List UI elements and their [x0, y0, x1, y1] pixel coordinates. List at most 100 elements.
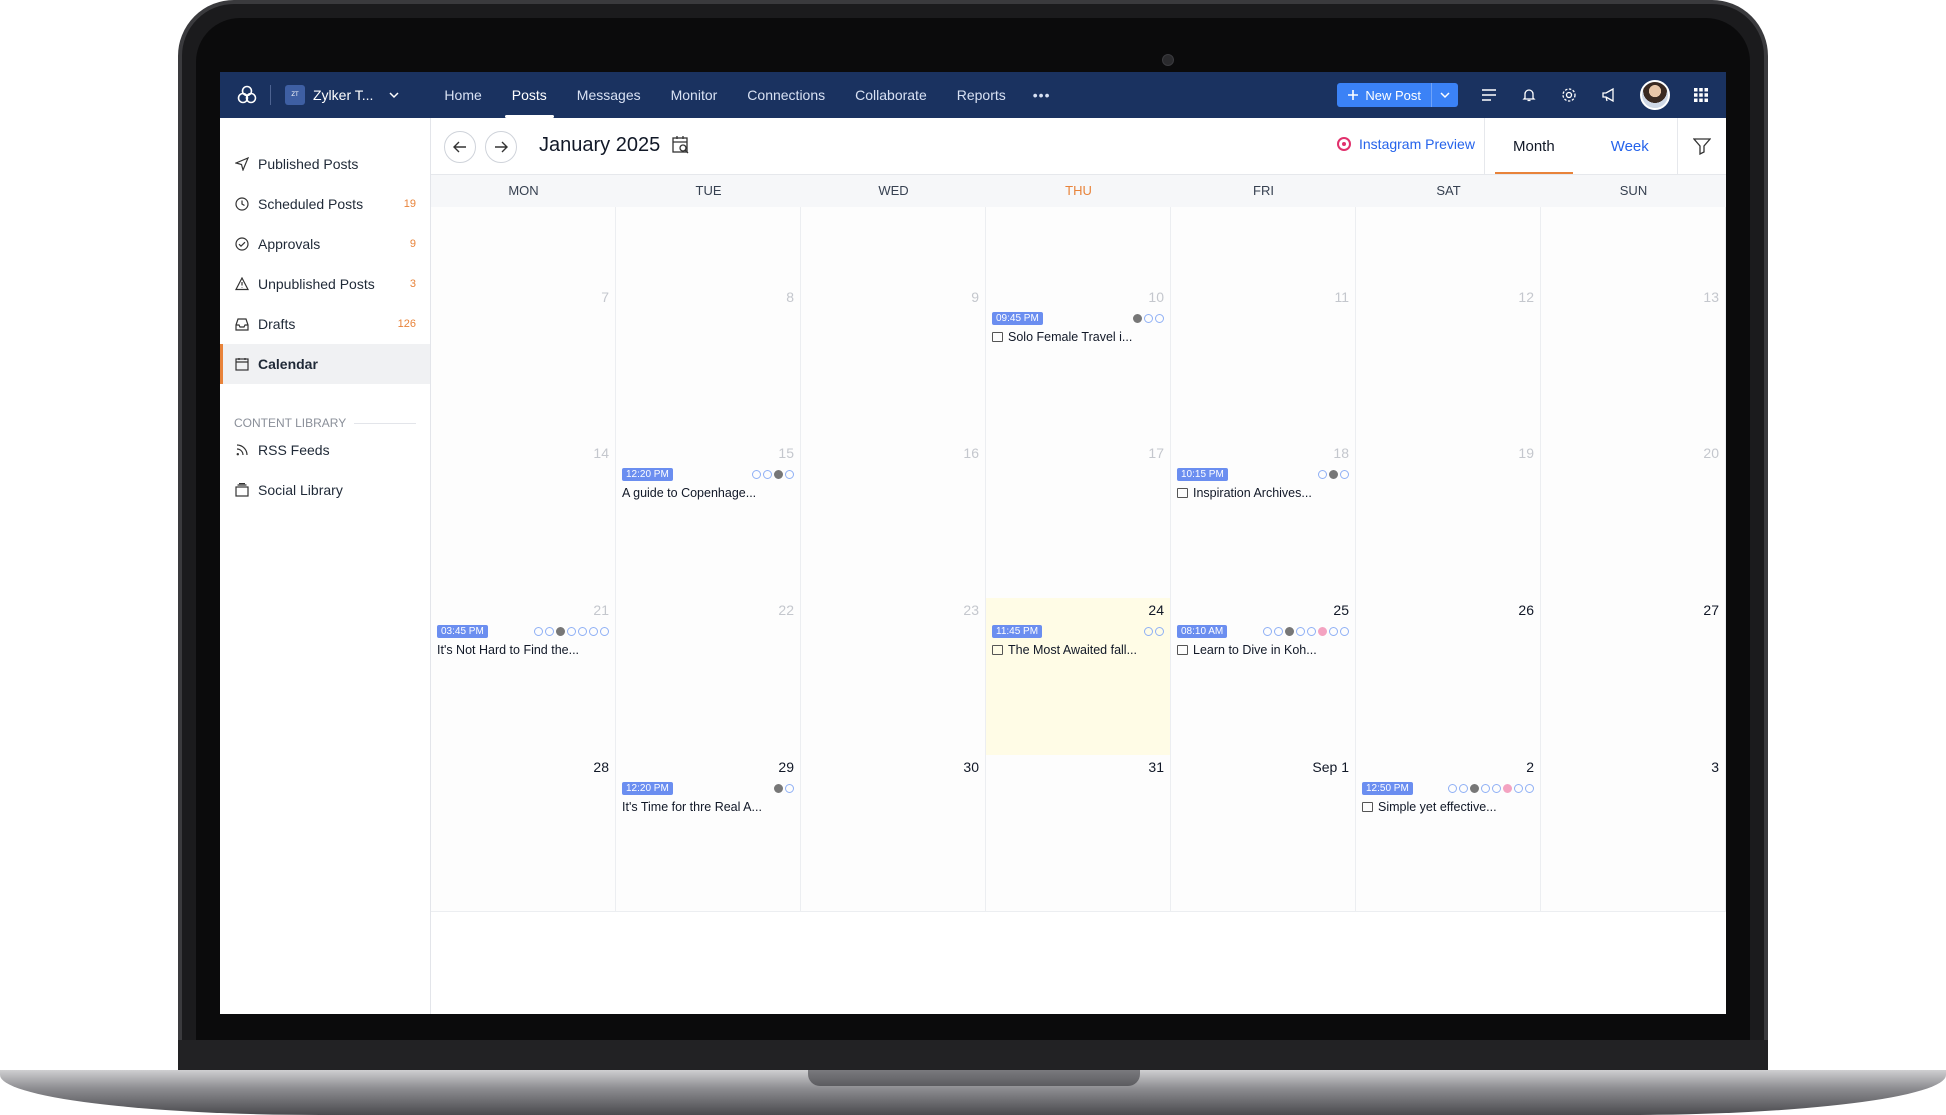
prev-month-button[interactable] [444, 131, 476, 163]
day-cell[interactable]: 21 03:45 PM It's Not Hard to Find the... [431, 598, 616, 755]
nav-monitor[interactable]: Monitor [656, 72, 733, 118]
scheduled-post[interactable]: 03:45 PM It's Not Hard to Find the... [437, 624, 609, 657]
megaphone-icon[interactable] [1600, 86, 1618, 104]
bell-icon[interactable] [1520, 86, 1538, 104]
day-number: 29 [778, 759, 794, 775]
nav-collaborate[interactable]: Collaborate [840, 72, 942, 118]
scheduled-post[interactable]: 08:10 AM Learn to Dive in Koh... [1177, 624, 1349, 657]
day-cell[interactable]: 12 [1356, 285, 1541, 441]
day-cell[interactable]: 27 [1541, 598, 1726, 755]
user-avatar[interactable] [1640, 80, 1670, 110]
scheduled-post[interactable]: 10:15 PM Inspiration Archives... [1177, 467, 1349, 500]
day-cell[interactable]: Sep 1 [1171, 755, 1356, 911]
weekday-thu: THU [1065, 183, 1092, 198]
tab-week[interactable]: Week [1583, 118, 1677, 174]
day-cell[interactable] [986, 207, 1171, 285]
day-cell[interactable]: 13 [1541, 285, 1726, 441]
sidebar-item-scheduled-posts[interactable]: Scheduled Posts 19 [220, 184, 430, 224]
day-number: 11 [1334, 289, 1349, 305]
day-cell[interactable] [801, 207, 986, 285]
nav-reports[interactable]: Reports [942, 72, 1021, 118]
next-month-button[interactable] [485, 131, 517, 163]
day-cell[interactable]: 16 [801, 441, 986, 598]
sidebar-item-label: Drafts [258, 316, 296, 332]
new-post-button[interactable]: New Post [1337, 83, 1458, 107]
filter-button[interactable] [1678, 118, 1726, 174]
sidebar-item-approvals[interactable]: Approvals 9 [220, 224, 430, 264]
nav-posts[interactable]: Posts [497, 72, 562, 118]
day-cell[interactable]: 31 [986, 755, 1171, 911]
scheduled-post[interactable]: 11:45 PM The Most Awaited fall... [992, 624, 1164, 657]
x-icon [774, 783, 783, 793]
app-grid-icon[interactable] [1692, 86, 1710, 104]
day-cell[interactable]: 28 [431, 755, 616, 911]
sidebar-item-published-posts[interactable]: Published Posts [220, 144, 430, 184]
day-cell[interactable] [616, 207, 801, 285]
day-cell[interactable]: 3 [1541, 755, 1726, 911]
nav-home[interactable]: Home [429, 72, 496, 118]
day-cell[interactable]: 9 [801, 285, 986, 441]
instagram-preview-link[interactable]: Instagram Preview [1337, 136, 1475, 152]
calendar-search-icon[interactable] [671, 135, 691, 155]
nav-connections[interactable]: Connections [732, 72, 840, 118]
post-title: It's Not Hard to Find the... [437, 643, 580, 657]
sidebar-item-unpublished-posts[interactable]: Unpublished Posts 3 [220, 264, 430, 304]
day-cell[interactable]: 26 [1356, 598, 1541, 755]
count-badge: 9 [409, 238, 416, 250]
day-cell[interactable]: 30 [801, 755, 986, 911]
scheduled-post[interactable]: 12:20 PM A guide to Copenhage... [622, 467, 794, 500]
day-cell[interactable]: 14 [431, 441, 616, 598]
day-cell[interactable]: 18 10:15 PM Inspiration Archives... [1171, 441, 1356, 598]
day-number: 17 [1148, 445, 1164, 461]
day-cell-today[interactable]: 24 11:45 PM The Most Awaited fall... [986, 598, 1171, 755]
sidebar-item-social-library[interactable]: Social Library [220, 470, 430, 510]
day-cell[interactable] [1541, 207, 1726, 285]
sidebar-item-calendar[interactable]: Calendar [220, 344, 430, 384]
scheduled-post[interactable]: 12:20 PM It's Time for thre Real A... [622, 781, 794, 814]
day-cell[interactable]: 10 09:45 PM Solo Female Travel i... [986, 285, 1171, 441]
x-icon [1133, 313, 1142, 323]
day-cell[interactable]: 20 [1541, 441, 1726, 598]
day-cell[interactable]: 7 [431, 285, 616, 441]
day-cell[interactable]: 25 08:10 AM Learn to Dive in Koh... [1171, 598, 1356, 755]
new-post-main[interactable]: New Post [1337, 83, 1431, 107]
day-cell[interactable]: 15 12:20 PM A guide to Copenhage... [616, 441, 801, 598]
channel-icon [1307, 626, 1316, 636]
calendar-week: 14 15 12:20 PM A guide to Copenhage... 1… [431, 441, 1726, 599]
post-time: 12:50 PM [1362, 781, 1413, 795]
sidebar-item-drafts[interactable]: Drafts 126 [220, 304, 430, 344]
day-cell[interactable] [1171, 207, 1356, 285]
day-cell[interactable]: 23 [801, 598, 986, 755]
day-cell[interactable] [431, 207, 616, 285]
day-cell[interactable]: 2 12:50 PM Simple yet effective... [1356, 755, 1541, 911]
day-number: 31 [1148, 759, 1164, 775]
day-cell[interactable]: 8 [616, 285, 801, 441]
image-icon [992, 332, 1003, 342]
nav-messages[interactable]: Messages [562, 72, 656, 118]
brand-switcher[interactable]: ZT Zylker T... [285, 85, 399, 105]
channel-icon [785, 469, 794, 479]
day-cell[interactable]: 19 [1356, 441, 1541, 598]
day-cell[interactable]: 11 [1171, 285, 1356, 441]
scheduled-post[interactable]: 09:45 PM Solo Female Travel i... [992, 311, 1164, 344]
list-menu-icon[interactable] [1480, 86, 1498, 104]
instagram-preview-label: Instagram Preview [1359, 136, 1475, 152]
app-logo-icon[interactable] [236, 84, 258, 106]
day-cell[interactable]: 22 [616, 598, 801, 755]
day-number: 25 [1333, 602, 1349, 618]
post-time: 11:45 PM [992, 624, 1043, 638]
day-number: 19 [1518, 445, 1534, 461]
gear-icon[interactable] [1560, 86, 1578, 104]
new-post-dropdown[interactable] [1432, 83, 1458, 107]
day-cell[interactable] [1356, 207, 1541, 285]
tab-month[interactable]: Month [1485, 118, 1583, 174]
sidebar-item-rss-feeds[interactable]: RSS Feeds [220, 430, 430, 470]
day-number: 18 [1333, 445, 1349, 461]
post-title: The Most Awaited fall... [1008, 643, 1137, 657]
weekday-wed: WED [878, 183, 909, 198]
more-menu-icon[interactable]: ••• [1021, 72, 1063, 118]
day-cell[interactable]: 17 [986, 441, 1171, 598]
day-cell[interactable]: 29 12:20 PM It's Time for thre Real A... [616, 755, 801, 911]
scheduled-post[interactable]: 12:50 PM Simple yet effective... [1362, 781, 1534, 814]
linkedin-icon [1144, 313, 1153, 323]
